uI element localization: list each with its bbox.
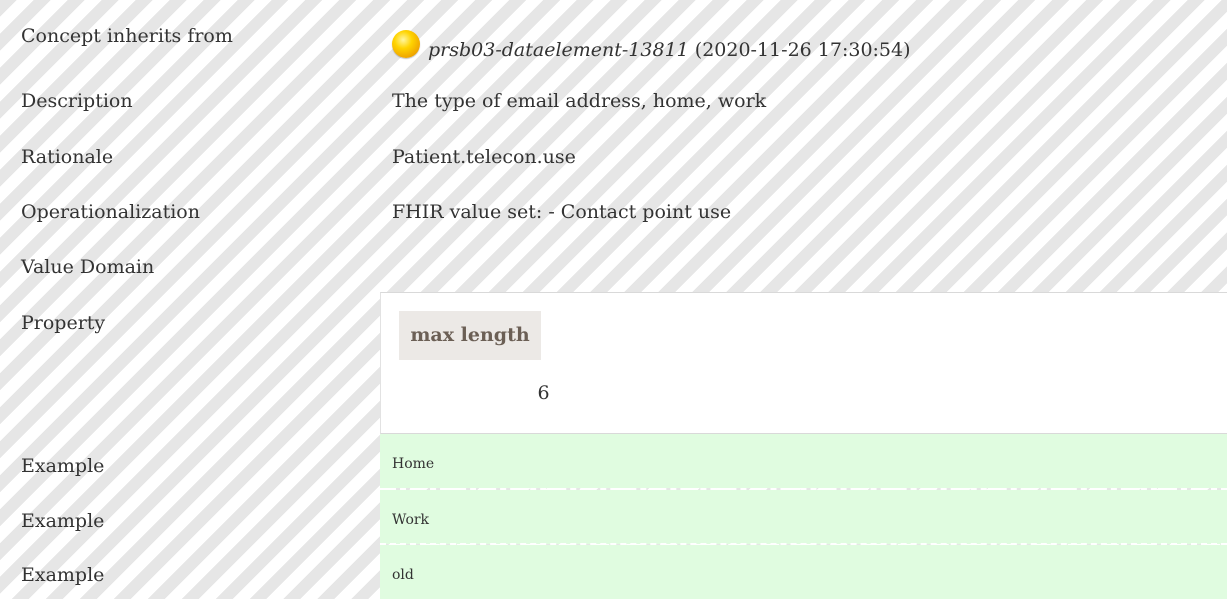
description-value: The type of email address, home, work [392,90,767,112]
operationalization-value: FHIR value set: - Contact point use [392,201,732,223]
example-label-1: Example [21,455,105,477]
example-box-1: Home [380,434,1227,488]
status-orb-icon [392,30,420,58]
inherits-ref-date: (2020-11-26 17:30:54) [694,39,911,61]
property-label: Property [21,312,106,334]
example-value-3: old [392,567,414,583]
example-value-1: Home [392,456,435,472]
value-domain-label: Value Domain [21,256,155,278]
rationale-value: Patient.telecon.use [392,146,576,168]
property-cell-value: 6 [537,382,550,404]
property-column-header: max length [399,311,541,360]
inherits-ref-link[interactable]: prsb03-dataelement-13811 [428,38,689,62]
rationale-label: Rationale [21,146,114,168]
inherits-label: Concept inherits from [21,25,233,47]
description-label: Description [21,90,133,112]
example-label-2: Example [21,510,105,532]
operationalization-label: Operationalization [21,201,200,223]
example-label-3: Example [21,564,105,586]
example-box-3: old [380,545,1227,599]
example-box-2: Work [380,490,1227,544]
property-table: max length 6 [380,292,1227,434]
inherits-value: prsb03-dataelement-13811 (2020-11-26 17:… [392,30,911,64]
example-value-2: Work [392,512,430,528]
